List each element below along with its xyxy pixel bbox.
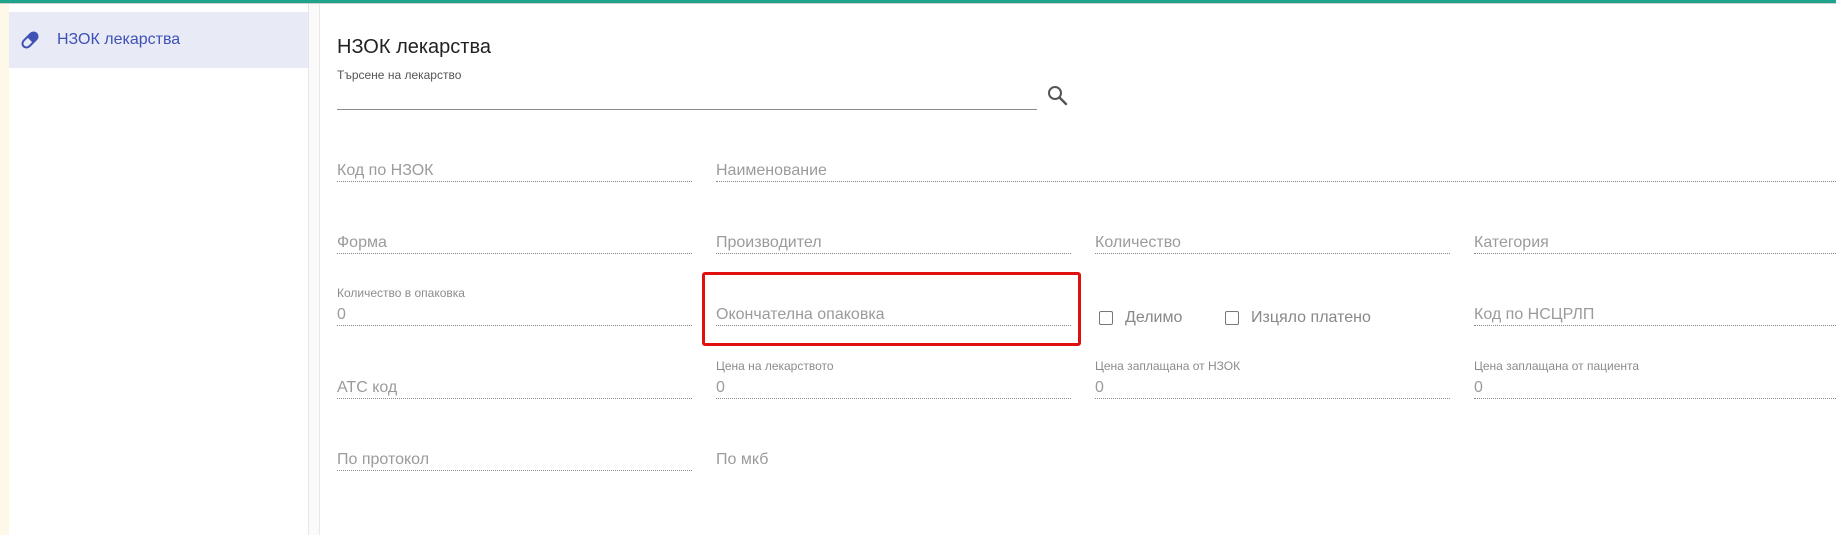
name-field [716, 142, 1836, 182]
divisible-label: Делимо [1125, 309, 1183, 326]
protocol-field [337, 431, 692, 471]
sidebar-item-nzok-drugs[interactable]: НЗОК лекарства [9, 12, 308, 68]
mkb-field [716, 431, 1071, 471]
manufacturer-input[interactable] [716, 232, 1071, 254]
qty-in-pack-label: Количество в опаковка [337, 286, 465, 300]
nzok-paid-field: Цена заплащана от НЗОК [1095, 359, 1450, 399]
patient-paid-input[interactable] [1474, 377, 1836, 399]
search-input[interactable] [337, 84, 1037, 110]
category-input[interactable] [1474, 232, 1836, 254]
nzok-paid-input[interactable] [1095, 377, 1450, 399]
nzok-code-field [337, 142, 692, 182]
manufacturer-field [716, 214, 1071, 254]
main-content: НЗОК лекарства Търсене на лекарство Коли… [320, 4, 1836, 535]
form-field [337, 214, 692, 254]
nscrlp-code-input[interactable] [1474, 304, 1836, 326]
search-label: Търсене на лекарство [337, 68, 462, 82]
form-input[interactable] [337, 232, 692, 254]
fully-paid-checkbox-box[interactable] [1225, 311, 1239, 325]
fully-paid-label: Изцяло платено [1251, 309, 1371, 326]
final-pack-input[interactable] [716, 304, 1071, 326]
page-title: НЗОК лекарства [337, 36, 491, 58]
quantity-input[interactable] [1095, 232, 1450, 254]
sidebar: НЗОК лекарства [9, 4, 309, 535]
search-icon[interactable] [1046, 84, 1068, 106]
sidebar-item-label: НЗОК лекарства [57, 31, 181, 48]
category-field [1474, 214, 1836, 254]
mkb-input[interactable] [716, 449, 1071, 471]
atc-code-input[interactable] [337, 377, 692, 399]
nzok-code-input[interactable] [337, 160, 692, 182]
name-input[interactable] [716, 160, 1836, 182]
drug-price-field: Цена на лекарството [716, 359, 1071, 399]
divisible-checkbox-box[interactable] [1099, 311, 1113, 325]
panel-gutter [309, 4, 320, 535]
patient-paid-field: Цена заплащана от пациента [1474, 359, 1836, 399]
qty-in-pack-field: Количество в опаковка [337, 286, 692, 326]
divisible-checkbox[interactable]: Делимо [1099, 309, 1182, 327]
drug-price-label: Цена на лекарството [716, 359, 834, 373]
protocol-input[interactable] [337, 449, 692, 471]
pill-icon [19, 29, 41, 51]
fully-paid-checkbox[interactable]: Изцяло платено [1225, 309, 1371, 327]
nzok-paid-label: Цена заплащана от НЗОК [1095, 359, 1241, 373]
drug-price-input[interactable] [716, 377, 1071, 399]
nscrlp-code-field [1474, 286, 1836, 326]
quantity-field [1095, 214, 1450, 254]
qty-in-pack-input[interactable] [337, 304, 692, 326]
final-pack-field [716, 286, 1071, 326]
atc-code-field [337, 359, 692, 399]
patient-paid-label: Цена заплащана от пациента [1474, 359, 1640, 373]
